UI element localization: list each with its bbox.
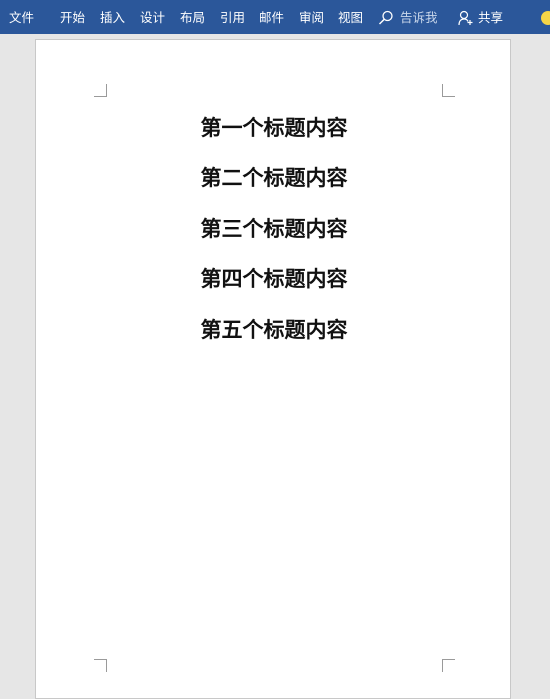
margin-corner-mark (94, 84, 107, 97)
user-share-icon (458, 10, 473, 26)
heading-5[interactable]: 第五个标题内容 (36, 316, 512, 366)
tab-layout[interactable]: 布局 (180, 0, 205, 34)
tell-me-label: 告诉我 (400, 10, 438, 25)
margin-corner-mark (442, 659, 455, 672)
margin-corner-mark (442, 84, 455, 97)
ribbon-tab-bar: 文件 开始 插入 设计 布局 引用 邮件 审阅 视图 告诉我 共享 (0, 0, 550, 34)
tab-file[interactable]: 文件 (9, 0, 34, 34)
tab-insert[interactable]: 插入 (100, 0, 125, 34)
heading-list: 第一个标题内容 第二个标题内容 第三个标题内容 第四个标题内容 第五个标题内容 (36, 114, 512, 366)
tab-design[interactable]: 设计 (140, 0, 165, 34)
tab-mailings[interactable]: 邮件 (259, 0, 284, 34)
tab-home[interactable]: 开始 (60, 0, 85, 34)
heading-2[interactable]: 第二个标题内容 (36, 164, 512, 214)
search-icon (378, 10, 393, 25)
heading-4[interactable]: 第四个标题内容 (36, 265, 512, 315)
tab-review[interactable]: 审阅 (299, 0, 324, 34)
smiley-icon[interactable] (541, 11, 550, 25)
margin-corner-mark (94, 659, 107, 672)
heading-1[interactable]: 第一个标题内容 (36, 114, 512, 164)
tab-references[interactable]: 引用 (220, 0, 245, 34)
document-page[interactable]: 第一个标题内容 第二个标题内容 第三个标题内容 第四个标题内容 第五个标题内容 (35, 39, 511, 699)
tab-view[interactable]: 视图 (338, 0, 363, 34)
share-label: 共享 (478, 10, 504, 25)
heading-3[interactable]: 第三个标题内容 (36, 215, 512, 265)
